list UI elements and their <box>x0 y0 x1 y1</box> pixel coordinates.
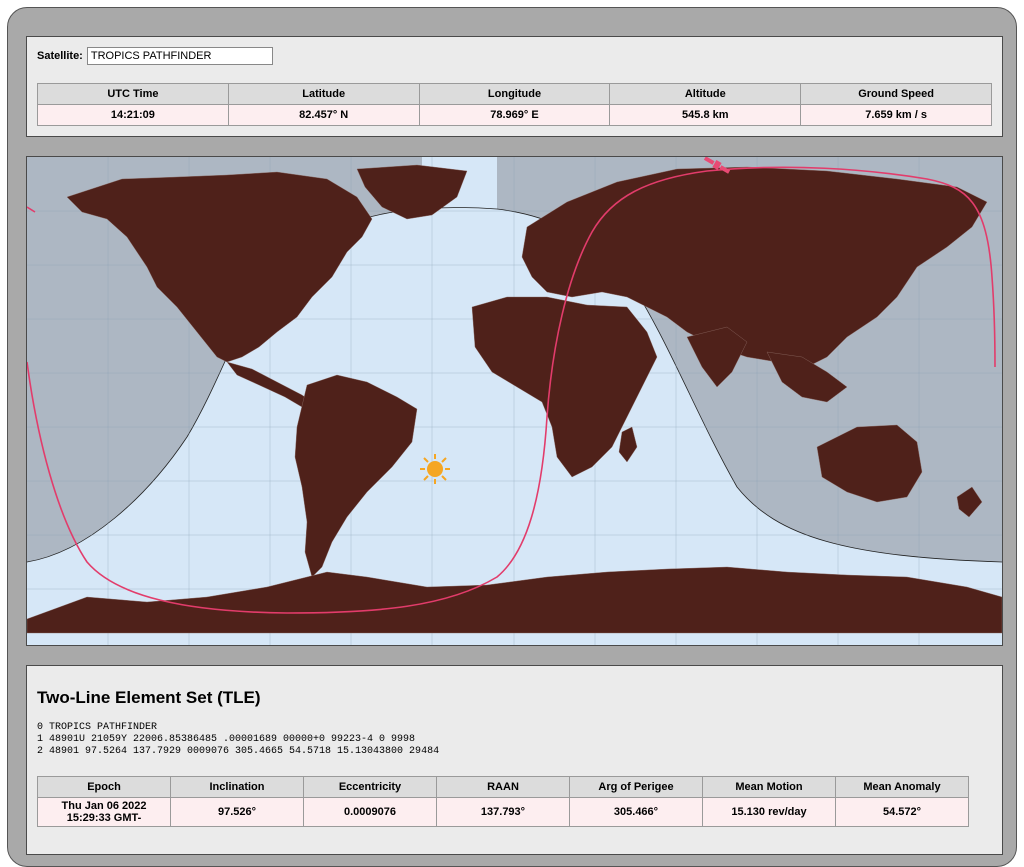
world-map[interactable] <box>27 157 1002 645</box>
header-raan: RAAN <box>436 776 570 798</box>
header-mean-motion: Mean Motion <box>702 776 836 798</box>
value-eccentricity: 0.0009076 <box>303 797 437 827</box>
header-utc-time: UTC Time <box>37 83 229 105</box>
value-longitude: 78.969° E <box>418 104 611 126</box>
position-value-row: 14:21:09 82.457° N 78.969° E 545.8 km 7.… <box>37 104 992 126</box>
value-epoch: Thu Jan 06 2022 15:29:33 GMT- <box>37 797 171 827</box>
tle-panel: Two-Line Element Set (TLE) 0 TROPICS PAT… <box>26 665 1003 855</box>
tle-line-0: 0 TROPICS PATHFINDER <box>37 722 158 733</box>
value-ground-speed: 7.659 km / s <box>800 104 992 126</box>
value-mean-anomaly: 54.572° <box>835 797 969 827</box>
header-altitude: Altitude <box>609 83 802 105</box>
header-longitude: Longitude <box>418 83 611 105</box>
orbit-header-row: Epoch Inclination Eccentricity RAAN Arg … <box>37 776 969 798</box>
satellite-row: Satellite: <box>37 47 273 65</box>
tle-lines: 0 TROPICS PATHFINDER 1 48901U 21059Y 2200… <box>37 722 439 758</box>
header-inclination: Inclination <box>170 776 304 798</box>
value-raan: 137.793° <box>436 797 570 827</box>
header-ground-speed: Ground Speed <box>800 83 992 105</box>
header-mean-anomaly: Mean Anomaly <box>835 776 969 798</box>
value-arg-of-perigee: 305.466° <box>569 797 703 827</box>
tle-line-1: 1 48901U 21059Y 22006.85386485 .00001689… <box>37 734 416 745</box>
position-panel: Satellite: UTC Time Latitude Longitude A… <box>26 36 1003 137</box>
tle-title: Two-Line Element Set (TLE) <box>37 688 261 707</box>
orbit-table: Epoch Inclination Eccentricity RAAN Arg … <box>37 776 969 827</box>
value-altitude: 545.8 km <box>609 104 802 126</box>
position-header-row: UTC Time Latitude Longitude Altitude Gro… <box>37 83 992 105</box>
header-epoch: Epoch <box>37 776 171 798</box>
satellite-label: Satellite: <box>37 50 83 62</box>
header-eccentricity: Eccentricity <box>303 776 437 798</box>
value-inclination: 97.526° <box>170 797 304 827</box>
header-arg-of-perigee: Arg of Perigee <box>569 776 703 798</box>
map-panel <box>26 156 1003 646</box>
value-mean-motion: 15.130 rev/day <box>702 797 836 827</box>
orbit-value-row: Thu Jan 06 2022 15:29:33 GMT- 97.526° 0.… <box>37 797 969 827</box>
satellite-input[interactable] <box>86 47 273 65</box>
value-latitude: 82.457° N <box>227 104 420 126</box>
sun-icon <box>420 454 450 484</box>
value-utc-time: 14:21:09 <box>37 104 229 126</box>
tle-line-2: 2 48901 97.5264 137.7929 0009076 305.466… <box>37 746 440 757</box>
position-table: UTC Time Latitude Longitude Altitude Gro… <box>37 83 992 126</box>
header-latitude: Latitude <box>227 83 420 105</box>
